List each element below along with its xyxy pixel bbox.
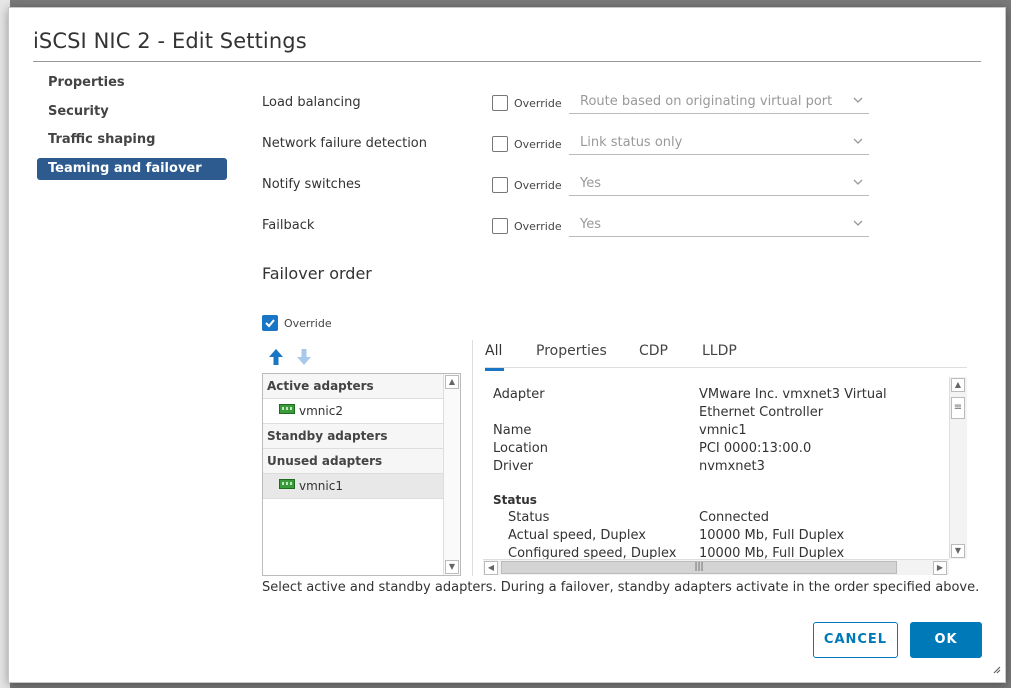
load-balancing-override-label: Override bbox=[514, 97, 562, 110]
settings-nav: Properties Security Traffic shaping Team… bbox=[37, 72, 227, 186]
chevron-down-icon bbox=[853, 135, 863, 150]
tab-all[interactable]: All bbox=[485, 343, 504, 371]
location-value: PCI 0000:13:00.0 bbox=[699, 441, 812, 456]
failover-order-title: Failover order bbox=[262, 264, 372, 283]
tab-lldp[interactable]: LLDP bbox=[702, 343, 737, 359]
horizontal-scroll-thumb[interactable]: ||| bbox=[501, 561, 897, 574]
network-failure-detection-value: Link status only bbox=[580, 135, 683, 150]
active-tab-indicator bbox=[485, 368, 504, 371]
unused-adapters-header: Unused adapters bbox=[263, 449, 444, 474]
scroll-left-icon[interactable]: ◀ bbox=[484, 561, 498, 575]
resize-handle-icon[interactable] bbox=[993, 659, 1001, 678]
name-value: vmnic1 bbox=[699, 423, 747, 438]
notify-switches-override-checkbox[interactable] bbox=[492, 177, 508, 193]
notify-switches-value: Yes bbox=[580, 176, 601, 191]
adapter-name: vmnic2 bbox=[299, 404, 343, 418]
configured-speed-value: 10000 Mb, Full Duplex bbox=[699, 546, 845, 559]
adapter-details: Adapter VMware Inc. vmxnet3 Virtual Ethe… bbox=[483, 377, 968, 575]
failback-override-label: Override bbox=[514, 220, 562, 233]
chevron-down-icon bbox=[853, 217, 863, 232]
network-card-icon bbox=[279, 474, 295, 499]
adapter-list-scrollbar[interactable]: ▲ ▼ bbox=[443, 374, 460, 575]
failover-override-label: Override bbox=[284, 317, 332, 330]
tab-all-label: All bbox=[485, 343, 503, 359]
load-balancing-select[interactable]: Route based on originating virtual port bbox=[569, 92, 869, 114]
adapter-row-vmnic1[interactable]: vmnic1 bbox=[263, 474, 444, 499]
network-failure-override-checkbox[interactable] bbox=[492, 136, 508, 152]
driver-value: nvmxnet3 bbox=[699, 459, 765, 474]
network-card-icon bbox=[279, 399, 295, 424]
load-balancing-value: Route based on originating virtual port bbox=[580, 94, 833, 109]
failover-override-checkbox[interactable] bbox=[262, 315, 278, 331]
details-divider bbox=[472, 340, 473, 576]
active-adapters-header: Active adapters bbox=[263, 374, 444, 399]
driver-key: Driver bbox=[493, 459, 534, 474]
network-failure-override-label: Override bbox=[514, 138, 562, 151]
failback-value: Yes bbox=[580, 217, 601, 232]
status-key: Status bbox=[508, 510, 550, 525]
status-value: Connected bbox=[699, 510, 770, 525]
title-divider bbox=[33, 61, 981, 62]
status-section-title: Status bbox=[493, 493, 537, 507]
chevron-down-icon bbox=[853, 176, 863, 191]
standby-adapters-header: Standby adapters bbox=[263, 424, 444, 449]
edit-settings-dialog: iSCSI NIC 2 - Edit Settings Properties S… bbox=[8, 7, 1006, 683]
nav-item-properties[interactable]: Properties bbox=[37, 72, 227, 94]
move-up-arrow-icon[interactable] bbox=[267, 348, 285, 366]
location-key: Location bbox=[493, 441, 548, 456]
actual-speed-value: 10000 Mb, Full Duplex bbox=[699, 528, 845, 543]
load-balancing-label: Load balancing bbox=[262, 95, 361, 110]
dialog-title: iSCSI NIC 2 - Edit Settings bbox=[33, 29, 307, 53]
details-vertical-scrollbar[interactable]: ▲ ≡ ▼ bbox=[949, 377, 967, 559]
network-failure-detection-label: Network failure detection bbox=[262, 136, 428, 151]
chevron-down-icon bbox=[853, 94, 863, 109]
nav-item-teaming-and-failover[interactable]: Teaming and failover bbox=[37, 157, 227, 180]
scroll-right-icon[interactable]: ▶ bbox=[933, 561, 947, 575]
adapter-value: VMware Inc. vmxnet3 Virtual Ethernet Con… bbox=[699, 387, 887, 420]
configured-speed-key: Configured speed, Duplex bbox=[508, 546, 677, 559]
tab-cdp[interactable]: CDP bbox=[639, 343, 668, 359]
details-horizontal-scrollbar[interactable]: ◀ ||| ▶ bbox=[483, 559, 949, 575]
name-key: Name bbox=[493, 423, 532, 438]
nav-item-security[interactable]: Security bbox=[37, 101, 227, 123]
tab-properties[interactable]: Properties bbox=[536, 343, 607, 359]
failback-select[interactable]: Yes bbox=[569, 215, 869, 237]
scroll-thumb[interactable]: ≡ bbox=[951, 397, 965, 419]
scroll-down-icon[interactable]: ▼ bbox=[951, 544, 965, 558]
adapter-row-vmnic2[interactable]: vmnic2 bbox=[263, 399, 444, 424]
ok-button[interactable]: OK bbox=[910, 622, 982, 658]
load-balancing-override-checkbox[interactable] bbox=[492, 95, 508, 111]
scroll-up-icon[interactable]: ▲ bbox=[951, 378, 965, 392]
notify-switches-override-label: Override bbox=[514, 179, 562, 192]
scroll-down-icon[interactable]: ▼ bbox=[445, 560, 459, 574]
adapter-details-content: Adapter VMware Inc. vmxnet3 Virtual Ethe… bbox=[483, 377, 949, 559]
notify-switches-select[interactable]: Yes bbox=[569, 174, 869, 196]
details-tabs: All Properties CDP LLDP bbox=[485, 340, 967, 371]
adapter-name: vmnic1 bbox=[299, 479, 343, 493]
failback-label: Failback bbox=[262, 218, 315, 233]
cancel-button[interactable]: CANCEL bbox=[813, 622, 898, 658]
adapter-list-content: Active adapters vmnic2 Standby adapters … bbox=[263, 374, 444, 575]
failback-override-checkbox[interactable] bbox=[492, 218, 508, 234]
network-failure-detection-select[interactable]: Link status only bbox=[569, 133, 869, 155]
nav-item-traffic-shaping[interactable]: Traffic shaping bbox=[37, 129, 227, 151]
notify-switches-label: Notify switches bbox=[262, 177, 361, 192]
move-down-arrow-icon[interactable] bbox=[295, 348, 313, 366]
adapter-list: Active adapters vmnic2 Standby adapters … bbox=[262, 373, 461, 576]
scroll-up-icon[interactable]: ▲ bbox=[445, 375, 459, 389]
actual-speed-key: Actual speed, Duplex bbox=[508, 528, 646, 543]
adapter-key: Adapter bbox=[493, 387, 545, 402]
failover-hint: Select active and standby adapters. Duri… bbox=[262, 580, 980, 595]
